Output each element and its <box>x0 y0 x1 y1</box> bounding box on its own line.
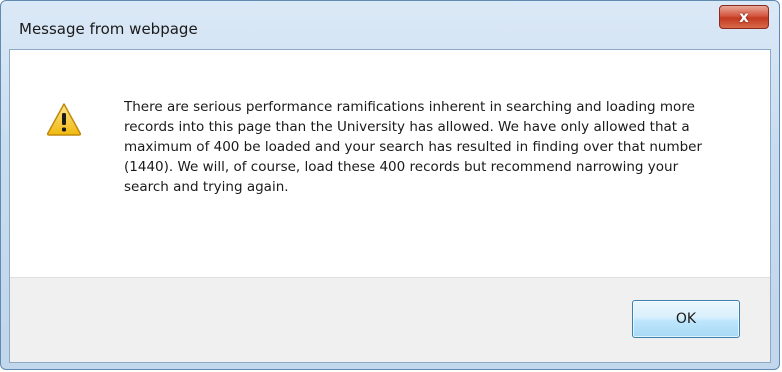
close-button[interactable]: x <box>719 5 769 29</box>
button-bar: OK <box>10 277 770 362</box>
message-dialog: Message from webpage x There are serious… <box>0 0 780 370</box>
dialog-content: There are serious performance ramificati… <box>9 49 771 363</box>
message-area: There are serious performance ramificati… <box>10 50 770 278</box>
dialog-title: Message from webpage <box>19 20 198 38</box>
warning-icon <box>46 103 82 136</box>
ok-button[interactable]: OK <box>632 300 740 338</box>
message-text: There are serious performance ramificati… <box>124 99 703 195</box>
close-icon: x <box>739 7 749 26</box>
